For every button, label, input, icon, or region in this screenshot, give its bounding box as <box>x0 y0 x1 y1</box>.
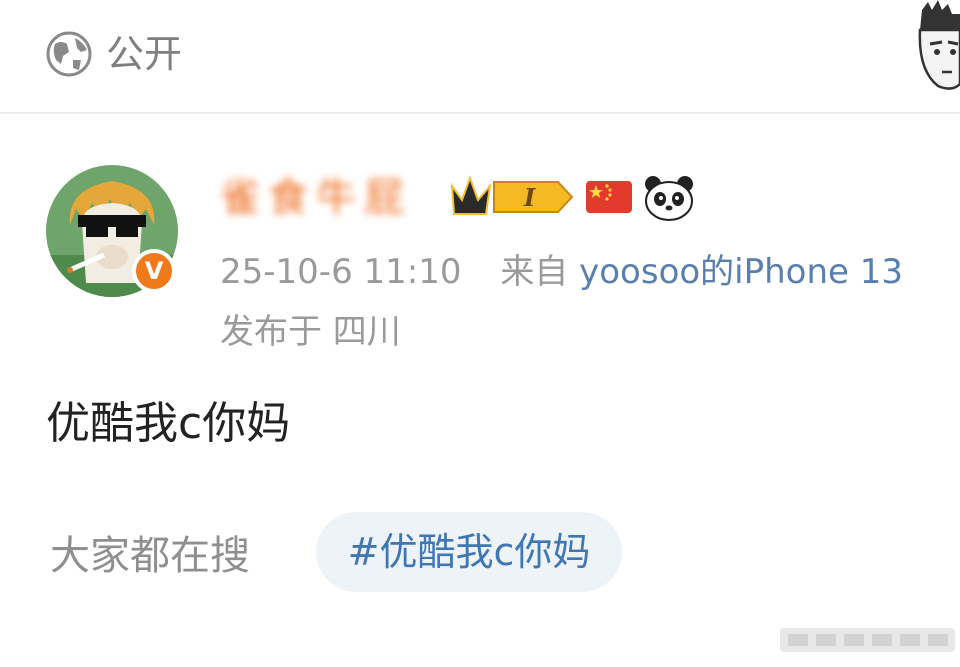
globe-icon <box>46 31 92 77</box>
watermark <box>780 628 955 652</box>
source-prefix: 来自 <box>500 252 569 292</box>
top-bar: 公开 <box>0 0 960 112</box>
trending-tag-text: #优酷我c你妈 <box>347 530 591 574</box>
post-timestamp: 25-10-6 11:10 <box>220 252 462 292</box>
post-source-link[interactable]: yoosoo的iPhone 13 <box>579 252 903 292</box>
panda-icon <box>645 176 693 221</box>
china-flag-icon <box>586 181 632 213</box>
verified-badge: V <box>132 249 176 293</box>
trending-label: 大家都在搜 <box>50 533 250 579</box>
author-name-text: 雀食牛屁 <box>220 175 412 221</box>
visibility-label[interactable]: 公开 <box>106 30 182 78</box>
cartoon-face-sticker <box>918 0 960 90</box>
header-divider <box>0 112 960 114</box>
post-location: 发布于 四川 <box>220 312 401 352</box>
author-name[interactable]: 雀食牛屁 <box>220 172 435 224</box>
trending-tag-button[interactable]: #优酷我c你妈 <box>316 512 622 592</box>
post-text: 优酷我c你妈 <box>46 398 291 449</box>
author-avatar[interactable]: V <box>46 165 182 301</box>
crown-level-badge: I <box>450 175 574 215</box>
post-meta: 25-10-6 11:10 来自 yoosoo的iPhone 13 <box>220 250 903 294</box>
level-label: I <box>523 183 536 212</box>
